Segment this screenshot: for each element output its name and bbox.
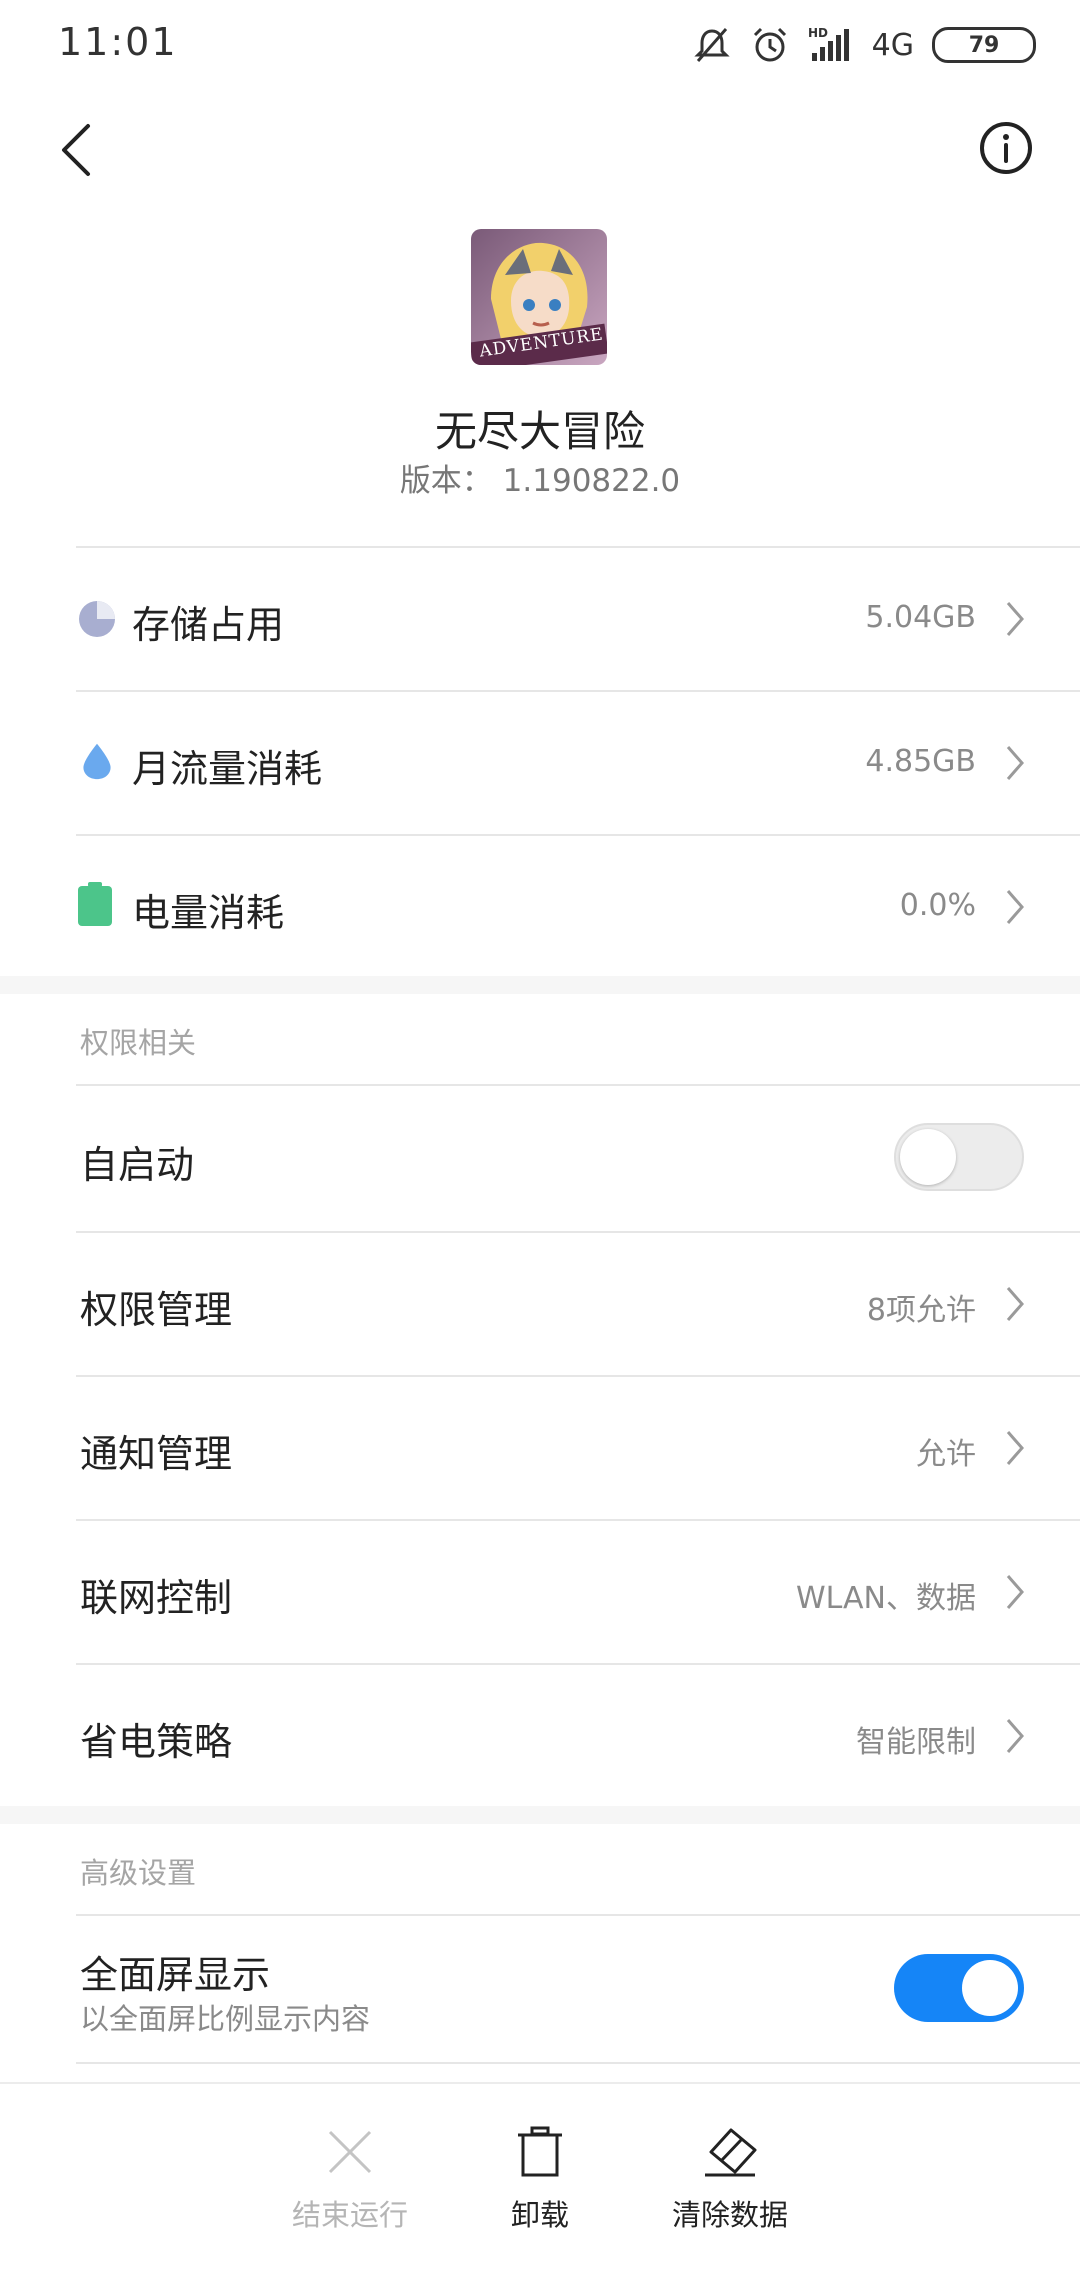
network-control-value: WLAN、数据 xyxy=(795,1581,976,1616)
chevron-right-icon xyxy=(1006,1431,1024,1465)
chevron-right-icon xyxy=(1006,1575,1024,1609)
divider xyxy=(76,2062,1080,2064)
permission-manage-value: 8项允许 xyxy=(866,1293,976,1328)
status-bar: 11:01 HD 4G 79 xyxy=(0,0,1080,90)
autostart-row: 自启动 xyxy=(0,1086,1080,1232)
network-type: 4G xyxy=(871,27,914,63)
chevron-right-icon xyxy=(1006,746,1024,780)
storage-pie-icon xyxy=(79,601,115,637)
notification-manage-label: 通知管理 xyxy=(80,1432,233,1476)
app-version: 版本： 1.190822.0 xyxy=(399,463,681,499)
uninstall-label: 卸载 xyxy=(510,2198,569,2232)
top-nav xyxy=(0,110,1080,190)
toggle-knob xyxy=(900,1129,956,1185)
hd-signal-icon: HD xyxy=(808,26,849,61)
notification-manage-value: 允许 xyxy=(916,1437,976,1472)
status-time: 11:01 xyxy=(58,20,178,64)
mute-icon xyxy=(694,28,730,62)
eraser-icon xyxy=(705,2128,757,2177)
storage-row[interactable]: 存储占用 5.04GB xyxy=(0,548,1080,690)
uninstall-button[interactable]: 卸载 xyxy=(445,2126,635,2234)
chevron-right-icon xyxy=(1006,890,1024,924)
fullscreen-toggle[interactable] xyxy=(894,1954,1024,2022)
bottom-action-bar: 结束运行 卸载 清除数据 xyxy=(0,2082,1080,2282)
force-stop-label: 结束运行 xyxy=(291,2198,408,2232)
data-drop-icon xyxy=(83,743,111,780)
battery-usage-row[interactable]: 电量消耗 0.0% xyxy=(0,836,1080,978)
section-title-permissions: 权限相关 xyxy=(80,1026,197,1060)
chevron-right-icon xyxy=(1006,1287,1024,1321)
power-saving-row[interactable]: 省电策略 智能限制 xyxy=(0,1665,1080,1807)
battery-level: 79 xyxy=(968,32,1000,58)
svg-text:HD: HD xyxy=(808,26,828,40)
chevron-right-icon xyxy=(1006,1719,1024,1753)
section-title-advanced: 高级设置 xyxy=(80,1856,197,1890)
section-gap xyxy=(0,1806,1080,1824)
app-icon: ADVENTURE xyxy=(471,229,607,365)
battery-icon: 79 xyxy=(932,27,1036,63)
toggle-knob xyxy=(962,1960,1018,2016)
fullscreen-sub: 以全面屏比例显示内容 xyxy=(80,2002,371,2036)
trash-icon xyxy=(518,2126,562,2177)
storage-value: 5.04GB xyxy=(865,600,976,635)
data-usage-value: 4.85GB xyxy=(865,744,976,779)
permission-manage-row[interactable]: 权限管理 8项允许 xyxy=(0,1233,1080,1375)
power-saving-label: 省电策略 xyxy=(80,1720,233,1764)
autostart-label: 自启动 xyxy=(80,1143,195,1187)
close-x-icon xyxy=(328,2130,372,2174)
battery-usage-value: 0.0% xyxy=(899,888,976,923)
power-saving-value: 智能限制 xyxy=(856,1725,976,1760)
battery-usage-label: 电量消耗 xyxy=(132,891,285,935)
data-usage-row[interactable]: 月流量消耗 4.85GB xyxy=(0,692,1080,834)
alarm-icon xyxy=(753,27,786,62)
info-icon[interactable] xyxy=(978,120,1034,176)
clear-data-button[interactable]: 清除数据 xyxy=(635,2126,825,2234)
chevron-right-icon xyxy=(1006,602,1024,636)
fullscreen-label: 全面屏显示 xyxy=(80,1953,271,1997)
permission-manage-label: 权限管理 xyxy=(80,1288,233,1332)
battery-icon xyxy=(78,882,112,926)
network-control-label: 联网控制 xyxy=(80,1576,233,1620)
section-gap xyxy=(0,976,1080,994)
app-name: 无尽大冒险 xyxy=(434,407,645,456)
storage-label: 存储占用 xyxy=(132,603,285,647)
notification-manage-row[interactable]: 通知管理 允许 xyxy=(0,1377,1080,1519)
force-stop-button[interactable]: 结束运行 xyxy=(255,2126,445,2234)
back-arrow-icon[interactable] xyxy=(52,120,102,180)
data-usage-label: 月流量消耗 xyxy=(132,747,323,791)
clear-data-label: 清除数据 xyxy=(671,2198,788,2232)
fullscreen-row: 全面屏显示 以全面屏比例显示内容 xyxy=(0,1916,1080,2062)
network-control-row[interactable]: 联网控制 WLAN、数据 xyxy=(0,1521,1080,1663)
autostart-toggle[interactable] xyxy=(894,1123,1024,1191)
status-icons: HD 4G 79 xyxy=(692,20,1036,70)
